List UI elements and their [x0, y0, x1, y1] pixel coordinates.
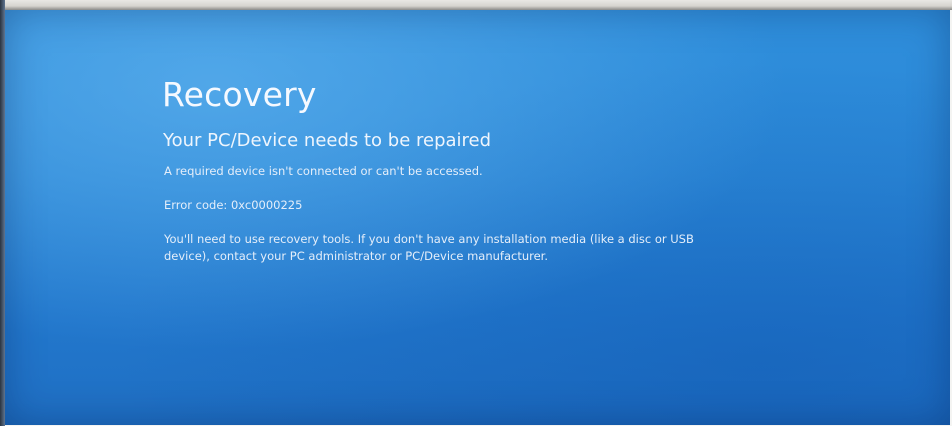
recovery-instructions-line-1: You'll need to use recovery tools. If yo… — [164, 232, 694, 246]
page-title: Recovery — [162, 75, 317, 114]
photo-frame: Recovery Your PC/Device needs to be repa… — [0, 0, 952, 426]
monitor-bezel-top — [0, 0, 952, 10]
page-subtitle: Your PC/Device needs to be repaired — [163, 130, 492, 151]
error-code: Error code: 0xc0000225 — [164, 198, 303, 212]
recovery-content: Recovery Your PC/Device needs to be repa… — [162, 71, 862, 265]
device-message: A required device isn't connected or can… — [164, 164, 483, 178]
recovery-instructions-line-2: device), contact your PC administrator o… — [164, 249, 548, 263]
recovery-screen: Recovery Your PC/Device needs to be repa… — [4, 9, 950, 425]
monitor-bezel-left — [0, 0, 5, 426]
recovery-instructions: You'll need to use recovery tools. If yo… — [164, 231, 744, 265]
